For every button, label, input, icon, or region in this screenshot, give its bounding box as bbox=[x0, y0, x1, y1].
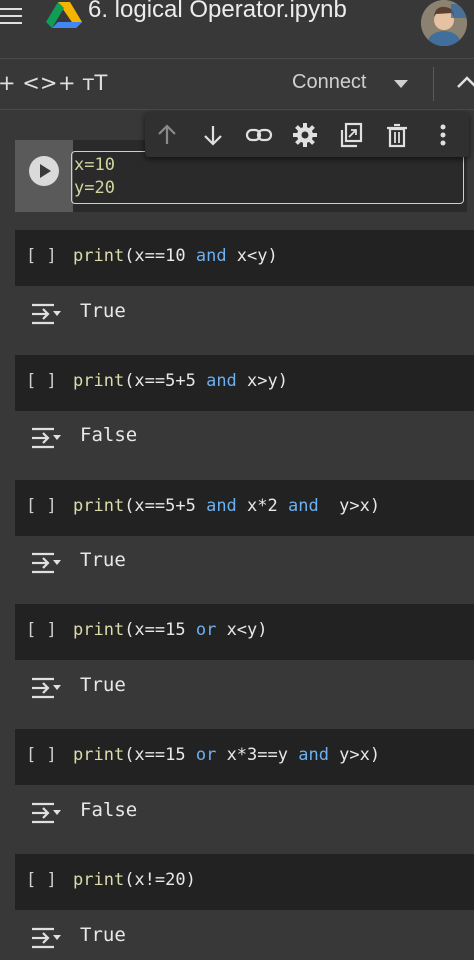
function-name: print bbox=[73, 371, 125, 391]
execution-count-bracket[interactable]: [ ] bbox=[26, 496, 57, 516]
code-cell[interactable]: [ ] print(x!=20) bbox=[15, 854, 474, 910]
function-name: print bbox=[73, 620, 125, 640]
output-text: True bbox=[80, 549, 126, 571]
code-line[interactable]: print(x!=20) bbox=[73, 870, 196, 890]
google-drive-icon bbox=[46, 2, 82, 28]
code-cell[interactable]: [ ] print(x==10 and x<y) bbox=[15, 230, 474, 286]
execution-count-bracket[interactable]: [ ] bbox=[26, 870, 57, 890]
user-avatar[interactable] bbox=[421, 0, 467, 46]
code-token: y>x) bbox=[328, 745, 381, 765]
code-token: y>x) bbox=[318, 496, 381, 516]
keyword-token: or bbox=[195, 620, 217, 640]
top-bar: 6. logical Operator.ipynb bbox=[0, 0, 474, 50]
function-name: print bbox=[73, 745, 125, 765]
gear-icon[interactable] bbox=[291, 121, 319, 149]
toolbar-divider bbox=[433, 67, 434, 101]
cell-output: True bbox=[0, 539, 474, 585]
execution-count-bracket[interactable]: [ ] bbox=[26, 371, 57, 391]
keyword-token: and bbox=[298, 745, 329, 765]
keyword-token: and bbox=[206, 371, 237, 391]
code-cell[interactable]: [ ] print(x==5+5 and x*2 and y>x) bbox=[15, 480, 474, 536]
code-line[interactable]: print(x==15 or x<y) bbox=[73, 620, 268, 640]
cell-output: True bbox=[0, 664, 474, 710]
caret-down-icon[interactable] bbox=[394, 80, 408, 88]
hamburger-menu-icon[interactable] bbox=[0, 6, 28, 32]
keyword-token: or bbox=[195, 745, 217, 765]
output-text: True bbox=[80, 300, 126, 322]
output-text: False bbox=[80, 424, 138, 446]
code-token: (x==15 bbox=[124, 620, 196, 640]
execution-count-bracket[interactable]: [ ] bbox=[26, 620, 57, 640]
code-editor[interactable]: x=10 y=20 bbox=[71, 151, 464, 204]
notebook-toolbar: + <> + тT Connect bbox=[0, 58, 474, 110]
keyword-token: and bbox=[206, 496, 237, 516]
function-name: print bbox=[73, 496, 125, 516]
output-toggle-icon[interactable] bbox=[30, 302, 62, 326]
run-gutter bbox=[15, 140, 73, 212]
notebook-title[interactable]: 6. logical Operator.ipynb bbox=[88, 0, 347, 24]
code-token: (x!=20) bbox=[124, 870, 196, 890]
arrow-up-icon[interactable] bbox=[153, 121, 181, 149]
code-token: x*2 bbox=[236, 496, 288, 516]
code-cell[interactable]: [ ] print(x==15 or x*3==y and y>x) bbox=[15, 729, 474, 785]
code-cell[interactable]: [ ] print(x==15 or x<y) bbox=[15, 604, 474, 660]
output-toggle-icon[interactable] bbox=[30, 926, 62, 950]
output-text: False bbox=[80, 799, 138, 821]
cell-toolbar bbox=[145, 112, 469, 157]
mirror-cell-icon[interactable] bbox=[337, 121, 365, 149]
cell-output: False bbox=[0, 789, 474, 835]
code-token: (x==5+5 bbox=[124, 371, 207, 391]
code-line: x=10 bbox=[74, 155, 115, 175]
code-token: (x==5+5 bbox=[124, 496, 207, 516]
run-cell-button[interactable] bbox=[29, 156, 59, 186]
arrow-down-icon[interactable] bbox=[199, 121, 227, 149]
output-text: True bbox=[80, 924, 126, 946]
add-code-button[interactable]: + <> bbox=[0, 71, 57, 95]
chevron-up-icon[interactable] bbox=[455, 73, 474, 93]
cell-output: False bbox=[0, 414, 474, 460]
code-token: (x==15 bbox=[124, 745, 196, 765]
code-line[interactable]: print(x==10 and x<y) bbox=[73, 246, 278, 266]
keyword-token: and bbox=[287, 496, 319, 516]
trash-icon[interactable] bbox=[383, 121, 411, 149]
cell-output: True bbox=[0, 290, 474, 336]
output-toggle-icon[interactable] bbox=[30, 426, 62, 450]
execution-count-bracket[interactable]: [ ] bbox=[26, 745, 57, 765]
output-toggle-icon[interactable] bbox=[30, 676, 62, 700]
code-token: x<y) bbox=[216, 620, 268, 640]
code-line[interactable]: print(x==5+5 and x>y) bbox=[73, 371, 288, 391]
code-line: y=20 bbox=[74, 178, 115, 198]
code-cell[interactable]: [ ] print(x==5+5 and x>y) bbox=[15, 355, 474, 411]
connect-button[interactable]: Connect bbox=[292, 71, 367, 94]
output-toggle-icon[interactable] bbox=[30, 551, 62, 575]
link-icon[interactable] bbox=[245, 121, 273, 149]
code-token: x>y) bbox=[236, 371, 288, 391]
function-name: print bbox=[73, 870, 125, 890]
code-token: x<y) bbox=[226, 246, 278, 266]
code-token: (x==10 bbox=[124, 246, 196, 266]
code-line[interactable]: print(x==15 or x*3==y and y>x) bbox=[73, 745, 380, 765]
output-text: True bbox=[80, 674, 126, 696]
function-name: print bbox=[73, 246, 125, 266]
code-token: x*3==y bbox=[216, 745, 299, 765]
add-text-button[interactable]: + тT bbox=[58, 71, 107, 95]
keyword-token: and bbox=[195, 246, 227, 266]
code-line[interactable]: print(x==5+5 and x*2 and y>x) bbox=[73, 496, 380, 516]
execution-count-bracket[interactable]: [ ] bbox=[26, 246, 57, 266]
cell-output: True bbox=[0, 914, 474, 960]
output-toggle-icon[interactable] bbox=[30, 801, 62, 825]
more-vert-icon[interactable] bbox=[429, 121, 457, 149]
